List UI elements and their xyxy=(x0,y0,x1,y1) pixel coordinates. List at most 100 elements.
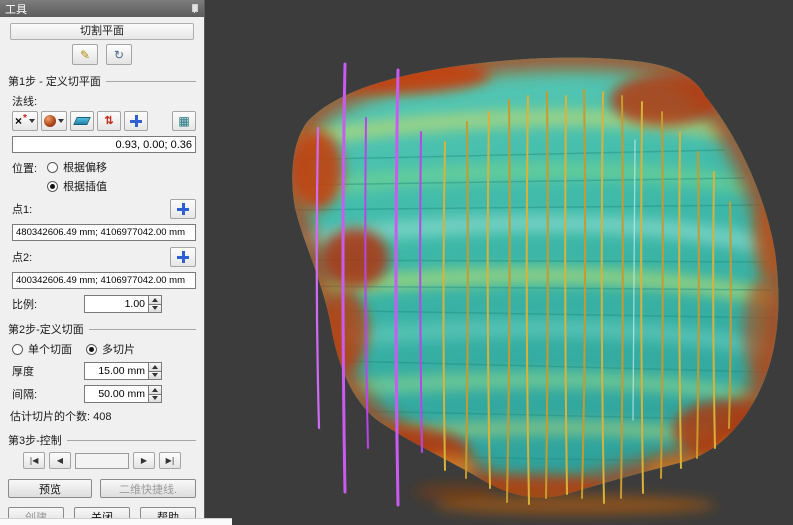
normal-toolbar: × * ⇅ xyxy=(12,111,196,131)
step2-header: 第2步-定义切面 xyxy=(8,321,196,337)
scale-up-button[interactable] xyxy=(148,295,162,305)
radio-multi-slices-label: 多切片 xyxy=(102,341,135,357)
spacing-up-button[interactable] xyxy=(148,385,162,395)
pick-plane-button[interactable] xyxy=(70,111,94,131)
caret-down-icon xyxy=(58,119,64,123)
scale-row: 比例: xyxy=(12,295,196,313)
scale-input[interactable] xyxy=(84,295,148,313)
panel-toolbar: ✎ ↻ xyxy=(8,44,196,65)
grid-icon: ▦ xyxy=(178,115,189,127)
pick-cross-icon xyxy=(177,251,189,263)
viewport-3d[interactable] xyxy=(205,0,793,525)
position-options: 根据偏移 根据插值 xyxy=(47,159,107,194)
radio-circle-checked xyxy=(47,181,58,192)
axis-x-icon: × xyxy=(15,115,22,127)
radio-by-interpolation[interactable]: 根据插值 xyxy=(47,178,107,194)
step1-content: 法线: × * ⇅ xyxy=(8,93,196,313)
thickness-up-button[interactable] xyxy=(148,362,162,372)
scale-spin-buttons xyxy=(148,295,162,313)
last-slice-button[interactable]: ▶| xyxy=(159,452,181,469)
preview-button[interactable]: 预览 xyxy=(8,479,92,498)
arrow-up-icon xyxy=(152,365,158,369)
panel-titlebar: 工具 xyxy=(0,0,204,17)
pick-point2-button[interactable] xyxy=(170,247,196,267)
normal-value-field[interactable] xyxy=(12,136,196,153)
normal-label-row: 法线: xyxy=(12,93,196,109)
pick-cross-icon xyxy=(177,203,189,215)
arrow-up-icon xyxy=(152,298,158,302)
point2-value-field[interactable] xyxy=(12,272,196,289)
radio-circle-checked xyxy=(86,344,97,355)
cutting-plane-header: 切割平面 xyxy=(10,23,194,40)
radio-by-interpolation-label: 根据插值 xyxy=(63,178,107,194)
radio-circle xyxy=(47,162,58,173)
step3-header: 第3步-控制 xyxy=(8,432,196,448)
radio-by-offset[interactable]: 根据偏移 xyxy=(47,159,107,175)
step3-title: 第3步-控制 xyxy=(8,432,62,448)
move-cross-icon xyxy=(130,115,142,127)
scale-spinner xyxy=(84,295,162,313)
point2-label: 点2: xyxy=(12,249,32,265)
spacing-row: 间隔: xyxy=(12,385,196,403)
radio-by-offset-label: 根据偏移 xyxy=(63,159,107,175)
point-cloud-render xyxy=(205,0,793,525)
radio-single-section[interactable]: 单个切面 xyxy=(12,341,72,357)
thickness-label: 厚度 xyxy=(12,363,84,379)
point1-value-field[interactable] xyxy=(12,224,196,241)
spacing-down-button[interactable] xyxy=(148,395,162,404)
spacing-input[interactable] xyxy=(84,385,148,403)
arrow-up-icon xyxy=(152,388,158,392)
arrow-down-icon xyxy=(152,396,158,400)
thickness-input[interactable] xyxy=(84,362,148,380)
star-icon: * xyxy=(23,113,27,124)
thickness-down-button[interactable] xyxy=(148,372,162,381)
slice-navigation: |◀ ◀ ▶ ▶| xyxy=(8,452,196,469)
reset-tool-button[interactable]: ↻ xyxy=(106,44,132,65)
arrow-down-icon xyxy=(152,306,158,310)
preview-row: 预览 二维快捷线. xyxy=(8,479,196,498)
section-mode-row: 单个切面 多切片 xyxy=(12,341,196,357)
pick-sphere-button[interactable] xyxy=(41,111,67,131)
pin-icon[interactable] xyxy=(189,3,199,14)
move-normal-button[interactable] xyxy=(124,111,148,131)
scale-down-button[interactable] xyxy=(148,305,162,314)
spacing-label: 间隔: xyxy=(12,386,84,402)
flip-arrows-icon: ⇅ xyxy=(104,116,113,127)
thickness-row: 厚度 xyxy=(12,362,196,380)
radio-single-section-label: 单个切面 xyxy=(28,341,72,357)
plane-icon xyxy=(73,117,91,125)
scale-label: 比例: xyxy=(12,296,84,312)
step1-header: 第1步 - 定义切平面 xyxy=(8,73,196,89)
radio-circle xyxy=(12,344,23,355)
normal-label: 法线: xyxy=(12,93,37,109)
step1-title: 第1步 - 定义切平面 xyxy=(8,73,101,89)
panel-body: 切割平面 ✎ ↻ 第1步 - 定义切平面 法线: × xyxy=(0,17,204,525)
point1-label: 点1: xyxy=(12,201,32,217)
edit-tool-button[interactable]: ✎ xyxy=(72,44,98,65)
slice-count-text: 估计切片的个数: 408 xyxy=(10,408,196,424)
next-slice-button[interactable]: ▶ xyxy=(133,452,155,469)
spacing-spin-buttons xyxy=(148,385,162,403)
pick-axis-button[interactable]: × * xyxy=(12,111,38,131)
bottom-strip xyxy=(0,518,232,525)
arrow-down-icon xyxy=(152,373,158,377)
table-button[interactable]: ▦ xyxy=(172,111,196,131)
radio-multi-slices[interactable]: 多切片 xyxy=(86,341,135,357)
polyline-2d-button[interactable]: 二维快捷线. xyxy=(100,479,196,498)
caret-down-icon xyxy=(29,119,35,123)
panel-title: 工具 xyxy=(5,1,27,17)
point2-row: 点2: xyxy=(12,247,196,267)
pick-point1-button[interactable] xyxy=(170,199,196,219)
refresh-icon: ↻ xyxy=(114,49,124,61)
spacing-spinner xyxy=(84,385,162,403)
step2-content: 单个切面 多切片 厚度 xyxy=(8,341,196,403)
slice-index-field[interactable] xyxy=(75,453,129,469)
application-window: 工具 切割平面 ✎ ↻ 第1步 - 定义切平面 法线: xyxy=(0,0,793,525)
step2-title: 第2步-定义切面 xyxy=(8,321,84,337)
pencil-icon: ✎ xyxy=(80,49,90,61)
previous-slice-button[interactable]: ◀ xyxy=(49,452,71,469)
flip-normal-button[interactable]: ⇅ xyxy=(97,111,121,131)
first-slice-button[interactable]: |◀ xyxy=(23,452,45,469)
point1-row: 点1: xyxy=(12,199,196,219)
thickness-spin-buttons xyxy=(148,362,162,380)
